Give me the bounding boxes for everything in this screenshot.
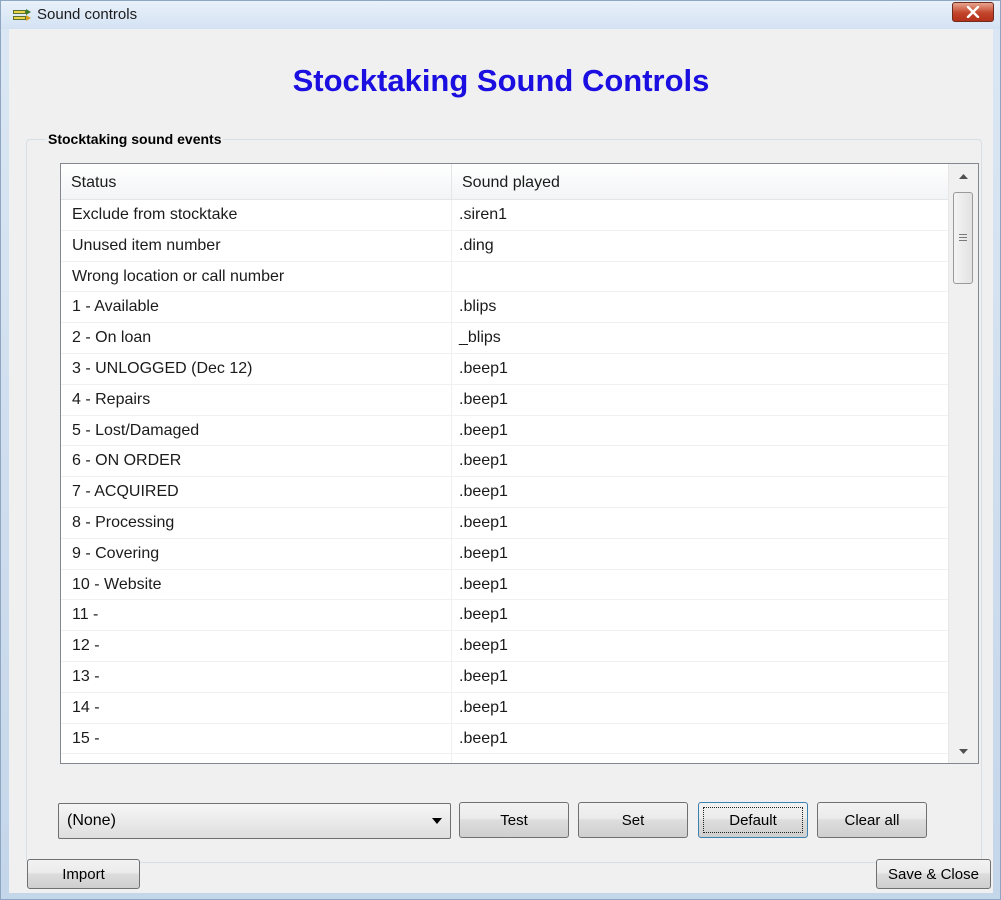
close-icon bbox=[966, 6, 980, 18]
clear-all-button-label: Clear all bbox=[844, 811, 900, 829]
close-button[interactable] bbox=[952, 2, 994, 22]
column-header-status[interactable]: Status bbox=[61, 164, 451, 199]
table-row[interactable]: 13 - .beep1 bbox=[61, 662, 948, 693]
save-close-button-label: Save & Close bbox=[888, 865, 979, 883]
table-row[interactable]: 2 - On loan _blips bbox=[61, 323, 948, 354]
import-button[interactable]: Import bbox=[27, 859, 140, 889]
save-close-button[interactable]: Save & Close bbox=[876, 859, 991, 889]
status-cell: 9 - Covering bbox=[72, 544, 160, 562]
status-cell: Wrong location or call number bbox=[72, 267, 285, 285]
set-button[interactable]: Set bbox=[578, 802, 688, 838]
table-row[interactable]: 15 - .beep1 bbox=[61, 724, 948, 755]
table-row[interactable]: 9 - Covering .beep1 bbox=[61, 539, 948, 570]
default-button[interactable]: Default bbox=[698, 802, 808, 838]
sound-cell: _blips bbox=[459, 329, 501, 347]
status-cell: 15 - bbox=[72, 729, 100, 747]
status-cell: 14 - bbox=[72, 698, 100, 716]
table-row[interactable]: Unused item number .ding bbox=[61, 231, 948, 262]
sound-cell: .beep1 bbox=[459, 390, 508, 408]
status-cell: 8 - Processing bbox=[72, 513, 175, 531]
sound-cell: .siren1 bbox=[459, 206, 508, 223]
table-row[interactable]: 10 - Website .beep1 bbox=[61, 570, 948, 601]
sound-cell: .ding bbox=[459, 236, 494, 254]
table-row[interactable]: Exclude from stocktake .siren1 bbox=[61, 200, 948, 231]
table-row[interactable]: 5 - Lost/Damaged .beep1 bbox=[61, 416, 948, 447]
test-button-label: Test bbox=[500, 811, 528, 829]
title-bar[interactable]: Sound controls bbox=[1, 1, 1000, 29]
sound-cell: .beep1 bbox=[459, 513, 508, 531]
status-cell: 12 - bbox=[72, 637, 100, 655]
chevron-down-icon bbox=[432, 818, 442, 824]
vertical-scrollbar[interactable] bbox=[948, 164, 978, 763]
table-row[interactable]: 4 - Repairs .beep1 bbox=[61, 385, 948, 416]
dialog-client-area: Stocktaking Sound Controls Stocktaking s… bbox=[9, 29, 993, 893]
sound-cell: .beep1 bbox=[459, 452, 508, 470]
status-cell: 1 - Available bbox=[72, 298, 159, 316]
status-cell: Exclude from stocktake bbox=[72, 206, 238, 223]
sound-cell: .beep1 bbox=[459, 483, 508, 501]
column-header-sound[interactable]: Sound played bbox=[452, 164, 948, 199]
sound-cell: .beep1 bbox=[459, 667, 508, 685]
status-cell: 13 - bbox=[72, 667, 100, 685]
clear-all-button[interactable]: Clear all bbox=[817, 802, 927, 838]
table-row[interactable]: Wrong location or call number bbox=[61, 262, 948, 293]
table-row[interactable]: 11 - .beep1 bbox=[61, 600, 948, 632]
window-title: Sound controls bbox=[37, 6, 138, 23]
status-cell: Unused item number bbox=[72, 236, 221, 254]
sound-cell: .beep1 bbox=[459, 606, 508, 624]
test-button[interactable]: Test bbox=[459, 802, 569, 838]
sound-cell: .beep1 bbox=[459, 575, 508, 593]
table-row[interactable]: 1 - Available .blips bbox=[61, 292, 948, 324]
status-cell: 2 - On loan bbox=[72, 329, 152, 347]
table-body: Exclude from stocktake .siren1 Unused item… bbox=[61, 200, 948, 755]
arrow-up-icon bbox=[959, 173, 968, 179]
table-row[interactable]: 6 - ON ORDER .beep1 bbox=[61, 446, 948, 478]
table-row[interactable]: 12 - .beep1 bbox=[61, 631, 948, 662]
status-cell: 11 - bbox=[72, 606, 99, 624]
table-header: Status Sound played bbox=[61, 164, 948, 200]
import-button-label: Import bbox=[62, 865, 105, 883]
group-label: Stocktaking sound events bbox=[46, 131, 224, 147]
sound-cell: .beep1 bbox=[459, 544, 508, 562]
table-row[interactable]: 8 - Processing .beep1 bbox=[61, 508, 948, 539]
table-row[interactable]: 3 - UNLOGGED (Dec 12) .beep1 bbox=[61, 354, 948, 385]
status-cell: 3 - UNLOGGED (Dec 12) bbox=[72, 359, 253, 377]
sound-select-dropdown[interactable]: (None) bbox=[58, 803, 451, 839]
sound-cell: .beep1 bbox=[459, 359, 508, 377]
scroll-down-button[interactable] bbox=[949, 739, 978, 763]
table-row[interactable]: 7 - ACQUIRED .beep1 bbox=[61, 477, 948, 508]
scroll-thumb[interactable] bbox=[953, 192, 973, 284]
sound-cell: .beep1 bbox=[459, 421, 508, 439]
sound-cell: .beep1 bbox=[459, 637, 508, 655]
sound-cell: .blips bbox=[459, 298, 497, 316]
table-row[interactable]: 14 - .beep1 bbox=[61, 693, 948, 724]
sound-events-table[interactable]: Status Sound played Exclude from stockta… bbox=[60, 163, 979, 764]
status-cell: 10 - Website bbox=[72, 575, 162, 593]
arrow-down-icon bbox=[959, 748, 968, 754]
sound-controls-window: Sound controls Stocktaking Sound Control… bbox=[0, 0, 1001, 900]
sound-cell: .beep1 bbox=[459, 698, 508, 716]
status-cell: 4 - Repairs bbox=[72, 390, 151, 408]
set-button-label: Set bbox=[621, 811, 645, 829]
sound-controls-icon bbox=[13, 9, 31, 21]
default-button-label: Default bbox=[729, 811, 777, 829]
status-cell: 6 - ON ORDER bbox=[72, 452, 182, 470]
scroll-up-button[interactable] bbox=[949, 164, 978, 188]
sound-cell: .beep1 bbox=[459, 729, 508, 747]
status-cell: 7 - ACQUIRED bbox=[72, 483, 179, 501]
sound-select-value: (None) bbox=[67, 812, 116, 829]
status-cell: 5 - Lost/Damaged bbox=[72, 421, 200, 439]
page-title: Stocktaking Sound Controls bbox=[292, 63, 710, 98]
